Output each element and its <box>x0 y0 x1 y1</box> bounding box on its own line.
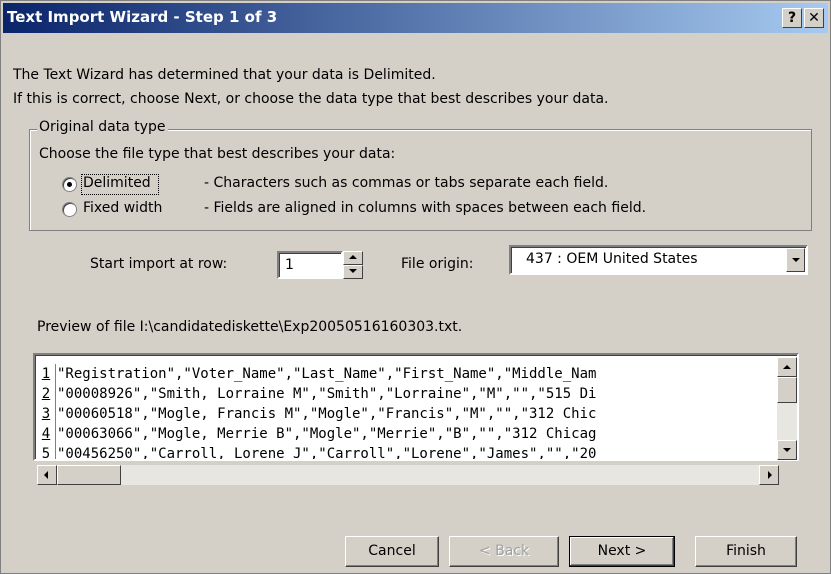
horizontal-scroll-thumb[interactable] <box>57 465 121 485</box>
back-button[interactable]: < Back <box>449 536 559 567</box>
scroll-left-button[interactable] <box>37 465 57 485</box>
window-title: Text Import Wizard - Step 1 of 3 <box>7 8 278 26</box>
preview-row: 3 "00060518","Mogle, Francis M","Mogle","… <box>37 404 596 424</box>
help-button[interactable]: ? <box>782 8 802 28</box>
preview-vertical-scrollbar[interactable] <box>777 357 797 460</box>
finish-button[interactable]: Finish <box>695 536 797 567</box>
preview-row: 1 "Registration","Voter_Name","Last_Name"… <box>37 364 596 384</box>
delimited-radio[interactable] <box>62 177 77 192</box>
preview-pane[interactable]: 1 "Registration","Voter_Name","Last_Name"… <box>33 353 799 461</box>
intro-line-2: If this is correct, choose Next, or choo… <box>13 91 609 107</box>
file-origin-label: File origin: <box>401 256 474 272</box>
scroll-down-button[interactable] <box>777 440 797 460</box>
right-arrow-icon <box>768 471 772 479</box>
next-button[interactable]: Next > <box>569 536 675 567</box>
down-arrow-icon <box>349 269 357 273</box>
chevron-down-icon <box>792 258 800 262</box>
file-type-prompt: Choose the file type that best describes… <box>39 146 396 162</box>
left-arrow-icon <box>44 471 48 479</box>
vertical-scroll-thumb[interactable] <box>777 377 797 403</box>
original-data-type-label: Original data type <box>37 119 168 135</box>
start-row-input[interactable]: 1 <box>277 251 343 279</box>
delimited-description: - Characters such as commas or tabs sepa… <box>204 175 609 191</box>
start-row-value: 1 <box>285 257 294 273</box>
text-import-wizard-dialog: Text Import Wizard - Step 1 of 3 ? ✕ The… <box>0 0 831 574</box>
preview-row: 4 "00063066","Mogle, Merrie B","Mogle","M… <box>37 424 596 444</box>
scroll-up-button[interactable] <box>777 357 797 377</box>
start-row-spin-up[interactable] <box>343 251 363 265</box>
preview-row: 2 "00008926","Smith, Lorraine M","Smith",… <box>37 384 596 404</box>
preview-horizontal-scrollbar[interactable] <box>37 465 779 485</box>
down-arrow-icon <box>783 448 791 452</box>
file-origin-dropdown-button[interactable] <box>786 248 805 272</box>
file-origin-select[interactable]: 437 : OEM United States <box>509 245 808 275</box>
delimited-label[interactable]: Delimited <box>83 175 151 191</box>
start-row-label: Start import at row: <box>90 256 228 272</box>
up-arrow-icon <box>783 365 791 369</box>
preview-label: Preview of file I:\candidatediskette\Exp… <box>37 319 463 335</box>
intro-line-1: The Text Wizard has determined that your… <box>13 67 436 83</box>
up-arrow-icon <box>349 255 357 259</box>
fixed-width-description: - Fields are aligned in columns with spa… <box>204 200 647 216</box>
title-bar: Text Import Wizard - Step 1 of 3 ? ✕ <box>3 3 828 33</box>
start-row-spin-down[interactable] <box>343 265 363 279</box>
cancel-button[interactable]: Cancel <box>345 536 439 567</box>
file-origin-value: 437 : OEM United States <box>526 251 698 267</box>
fixed-width-radio[interactable] <box>62 202 77 217</box>
preview-row: 5 "00456250","Carroll, Lorene J","Carroll… <box>37 444 596 459</box>
fixed-width-label[interactable]: Fixed width <box>83 200 162 216</box>
close-button[interactable]: ✕ <box>804 8 824 28</box>
scroll-right-button[interactable] <box>759 465 779 485</box>
